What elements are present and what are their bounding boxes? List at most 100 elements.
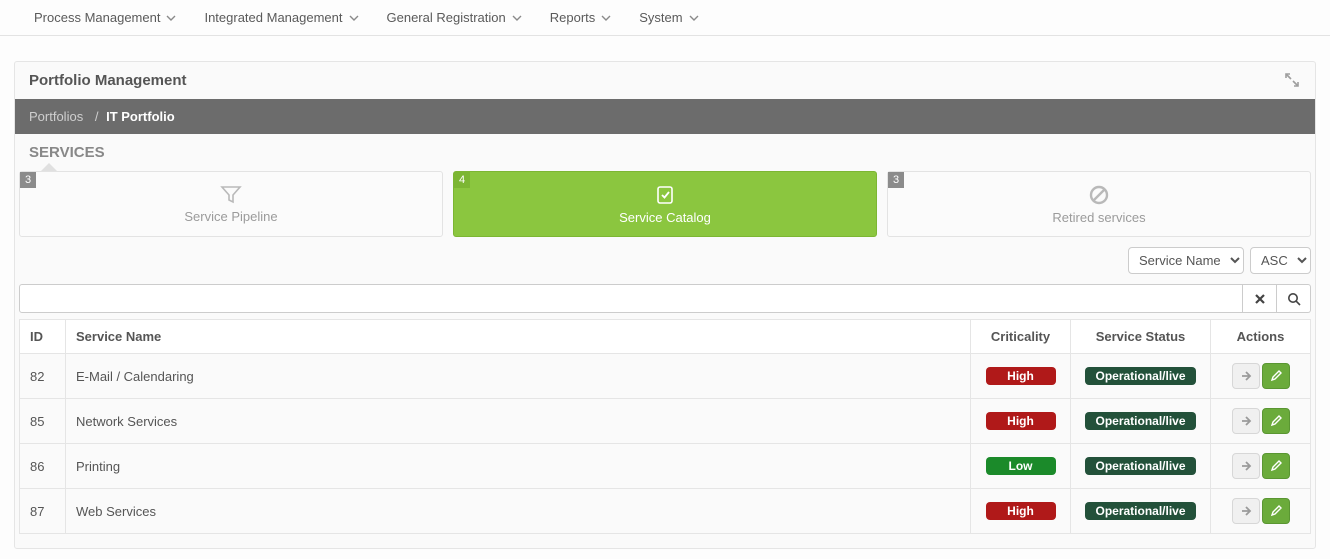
card-badge: 4 <box>454 172 470 188</box>
col-criticality[interactable]: Criticality <box>971 320 1071 354</box>
cell-actions <box>1211 354 1311 399</box>
status-pill: Operational/live <box>1085 367 1195 385</box>
card-service-pipeline[interactable]: 3 Service Pipeline <box>19 171 443 237</box>
view-button[interactable] <box>1232 363 1260 389</box>
view-button[interactable] <box>1232 453 1260 479</box>
table-header-row: ID Service Name Criticality Service Stat… <box>20 320 1311 354</box>
edit-button[interactable] <box>1262 453 1290 479</box>
nav-label: Process Management <box>34 10 160 25</box>
arrow-right-icon <box>1240 460 1252 472</box>
panel-title: Portfolio Management <box>29 72 187 89</box>
arrow-right-icon <box>1240 505 1252 517</box>
edit-button[interactable] <box>1262 408 1290 434</box>
top-nav: Process Management Integrated Management… <box>0 0 1330 36</box>
nav-label: System <box>639 10 682 25</box>
col-id[interactable]: ID <box>20 320 66 354</box>
search-input[interactable] <box>19 284 1243 313</box>
edit-button[interactable] <box>1262 498 1290 524</box>
criticality-pill: High <box>986 367 1056 385</box>
portfolio-panel: Portfolio Management Portfolios / IT Por… <box>14 61 1316 549</box>
nav-label: Integrated Management <box>204 10 342 25</box>
sort-direction-select[interactable]: ASC <box>1250 247 1311 274</box>
cell-id: 86 <box>20 444 66 489</box>
nav-process-management[interactable]: Process Management <box>20 2 190 33</box>
col-service-name[interactable]: Service Name <box>66 320 971 354</box>
nav-label: General Registration <box>387 10 506 25</box>
search-row <box>15 284 1315 319</box>
col-service-status[interactable]: Service Status <box>1071 320 1211 354</box>
breadcrumb-sep: / <box>95 109 99 124</box>
table-row[interactable]: 85Network Services High Operational/live <box>20 399 1311 444</box>
cell-criticality: High <box>971 399 1071 444</box>
clear-search-button[interactable] <box>1243 284 1277 313</box>
card-label: Retired services <box>1052 210 1145 225</box>
close-icon <box>1254 293 1266 305</box>
cell-id: 85 <box>20 399 66 444</box>
cell-id: 87 <box>20 489 66 534</box>
chevron-down-icon <box>689 13 699 23</box>
cell-criticality: High <box>971 354 1071 399</box>
edit-button[interactable] <box>1262 363 1290 389</box>
pencil-icon <box>1270 370 1282 382</box>
sort-row: Service Name ASC <box>15 237 1315 284</box>
service-cards: 3 Service Pipeline 4 Service Catalog 3 R… <box>15 171 1315 237</box>
expand-button[interactable] <box>1285 73 1301 89</box>
services-heading: SERVICES <box>15 134 1315 163</box>
search-button[interactable] <box>1277 284 1311 313</box>
cell-name: Printing <box>66 444 971 489</box>
status-pill: Operational/live <box>1085 457 1195 475</box>
nav-reports[interactable]: Reports <box>536 2 626 33</box>
cell-actions <box>1211 444 1311 489</box>
cell-criticality: Low <box>971 444 1071 489</box>
card-service-catalog[interactable]: 4 Service Catalog <box>453 171 877 237</box>
services-pointer <box>41 163 57 171</box>
criticality-pill: Low <box>986 457 1056 475</box>
criticality-pill: High <box>986 412 1056 430</box>
arrow-right-icon <box>1240 415 1252 427</box>
cell-name: Network Services <box>66 399 971 444</box>
table-row[interactable]: 82E-Mail / Calendaring High Operational/li… <box>20 354 1311 399</box>
chevron-down-icon <box>349 13 359 23</box>
card-badge: 3 <box>888 172 904 188</box>
card-label: Service Pipeline <box>184 209 277 224</box>
view-button[interactable] <box>1232 498 1260 524</box>
card-label: Service Catalog <box>619 210 711 225</box>
expand-icon <box>1285 73 1299 87</box>
view-button[interactable] <box>1232 408 1260 434</box>
nav-integrated-management[interactable]: Integrated Management <box>190 2 372 33</box>
cell-id: 82 <box>20 354 66 399</box>
cell-status: Operational/live <box>1071 354 1211 399</box>
breadcrumb-current: IT Portfolio <box>106 109 175 124</box>
nav-system[interactable]: System <box>625 2 712 33</box>
panel-header: Portfolio Management <box>15 62 1315 99</box>
criticality-pill: High <box>986 502 1056 520</box>
col-actions: Actions <box>1211 320 1311 354</box>
funnel-icon <box>220 185 242 205</box>
breadcrumb-root[interactable]: Portfolios <box>29 109 83 124</box>
pencil-icon <box>1270 505 1282 517</box>
status-pill: Operational/live <box>1085 502 1195 520</box>
cell-status: Operational/live <box>1071 489 1211 534</box>
cell-name: Web Services <box>66 489 971 534</box>
table-row[interactable]: 87Web Services High Operational/live <box>20 489 1311 534</box>
cell-status: Operational/live <box>1071 399 1211 444</box>
chevron-down-icon <box>512 13 522 23</box>
chevron-down-icon <box>601 13 611 23</box>
cell-name: E-Mail / Calendaring <box>66 354 971 399</box>
pencil-icon <box>1270 460 1282 472</box>
status-pill: Operational/live <box>1085 412 1195 430</box>
search-icon <box>1287 292 1301 306</box>
cell-criticality: High <box>971 489 1071 534</box>
arrow-right-icon <box>1240 370 1252 382</box>
cell-actions <box>1211 489 1311 534</box>
nav-general-registration[interactable]: General Registration <box>373 2 536 33</box>
breadcrumb: Portfolios / IT Portfolio <box>15 99 1315 134</box>
card-retired-services[interactable]: 3 Retired services <box>887 171 1311 237</box>
pencil-icon <box>1270 415 1282 427</box>
table-row[interactable]: 86Printing Low Operational/live <box>20 444 1311 489</box>
cell-actions <box>1211 399 1311 444</box>
forbidden-icon <box>1088 184 1110 206</box>
card-badge: 3 <box>20 172 36 188</box>
cell-status: Operational/live <box>1071 444 1211 489</box>
sort-field-select[interactable]: Service Name <box>1128 247 1244 274</box>
